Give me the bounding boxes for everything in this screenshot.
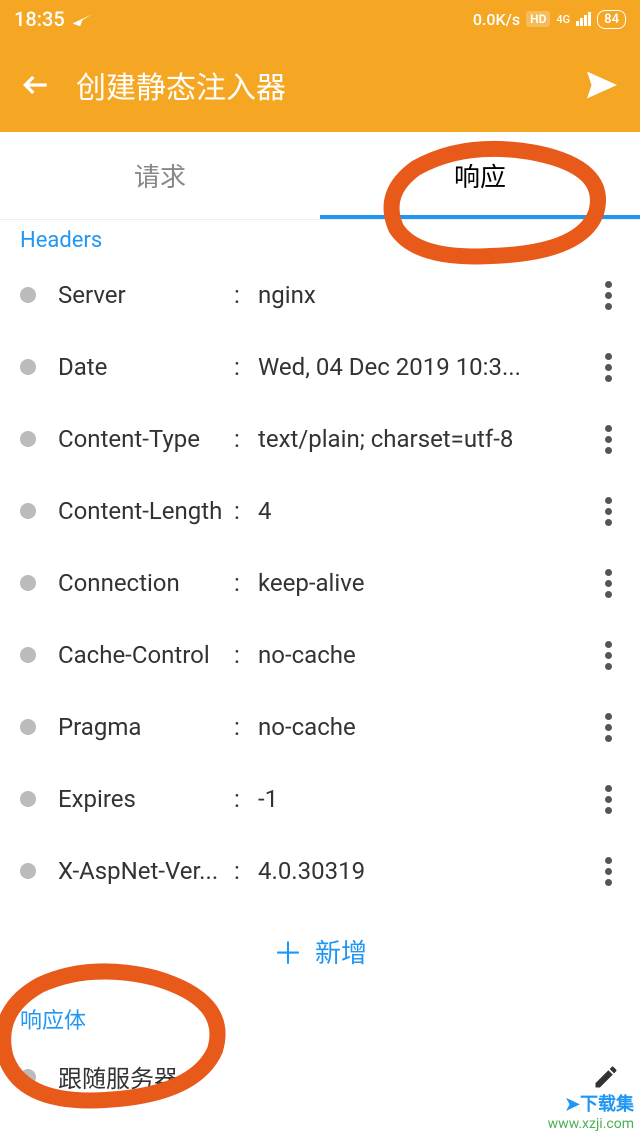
tab-response[interactable]: 响应 <box>320 132 640 219</box>
app-bar: 创建静态注入器 <box>0 38 640 132</box>
bullet-icon <box>20 1069 36 1085</box>
tab-request[interactable]: 请求 <box>0 132 320 219</box>
status-left: 18:35 <box>14 7 91 31</box>
bullet-icon <box>20 791 36 807</box>
header-value: keep-alive <box>258 569 596 597</box>
colon: : <box>234 641 258 669</box>
bullet-icon <box>20 287 36 303</box>
header-value: 4 <box>258 497 596 525</box>
header-row[interactable]: Expires : -1 <box>0 763 640 835</box>
more-icon[interactable] <box>596 785 620 814</box>
colon: : <box>234 281 258 309</box>
status-bar: 18:35 0.0K/s HD 4G 84 <box>0 0 640 38</box>
add-label: 新增 <box>315 933 367 970</box>
bullet-icon <box>20 719 36 735</box>
colon: : <box>234 353 258 381</box>
edit-icon[interactable] <box>592 1063 620 1091</box>
bullet-icon <box>20 575 36 591</box>
header-row[interactable]: Connection : keep-alive <box>0 547 640 619</box>
colon: : <box>234 569 258 597</box>
page-title: 创建静态注入器 <box>76 63 560 107</box>
location-icon <box>73 10 91 28</box>
status-time: 18:35 <box>14 7 65 31</box>
header-key: Server <box>58 281 234 309</box>
colon: : <box>234 857 258 885</box>
header-row[interactable]: Date : Wed, 04 Dec 2019 10:3... <box>0 331 640 403</box>
header-key: Content-Length <box>58 497 234 525</box>
header-value: text/plain; charset=utf-8 <box>258 425 596 453</box>
colon: : <box>234 785 258 813</box>
header-row[interactable]: Content-Length : 4 <box>0 475 640 547</box>
header-row[interactable]: Cache-Control : no-cache <box>0 619 640 691</box>
network-speed: 0.0K/s <box>473 10 520 29</box>
header-key: Content-Type <box>58 425 234 453</box>
bullet-icon <box>20 359 36 375</box>
more-icon[interactable] <box>596 569 620 598</box>
header-value: 4.0.30319 <box>258 857 596 885</box>
header-key: Pragma <box>58 713 234 741</box>
plus-icon: ＋ <box>273 929 303 973</box>
bullet-icon <box>20 431 36 447</box>
add-header-button[interactable]: ＋ 新增 <box>0 907 640 995</box>
header-value: no-cache <box>258 641 596 669</box>
more-icon[interactable] <box>596 641 620 670</box>
header-key: Date <box>58 353 234 381</box>
more-icon[interactable] <box>596 497 620 526</box>
header-row[interactable]: Content-Type : text/plain; charset=utf-8 <box>0 403 640 475</box>
header-value: Wed, 04 Dec 2019 10:3... <box>258 353 596 381</box>
back-icon[interactable] <box>20 69 52 101</box>
header-row[interactable]: Server : nginx <box>0 259 640 331</box>
body-mode-row[interactable]: 跟随服务器 <box>0 1041 640 1112</box>
arrow-icon: ➤ <box>565 1094 580 1115</box>
section-headers-label: Headers <box>0 220 640 259</box>
colon: : <box>234 425 258 453</box>
more-icon[interactable] <box>596 353 620 382</box>
battery-indicator: 84 <box>597 10 626 29</box>
more-icon[interactable] <box>596 425 620 454</box>
status-right: 0.0K/s HD 4G 84 <box>473 10 626 29</box>
network-type: 4G <box>556 14 570 25</box>
header-key: Expires <box>58 785 234 813</box>
headers-list: Server : nginx Date : Wed, 04 Dec 2019 1… <box>0 259 640 907</box>
send-icon[interactable] <box>584 67 620 103</box>
header-value: no-cache <box>258 713 596 741</box>
colon: : <box>234 713 258 741</box>
bullet-icon <box>20 863 36 879</box>
header-value: -1 <box>258 785 596 813</box>
more-icon[interactable] <box>596 857 620 886</box>
more-icon[interactable] <box>596 713 620 742</box>
bullet-icon <box>20 503 36 519</box>
header-key: X-AspNet-Ver... <box>58 857 234 885</box>
section-body-label: 响应体 <box>0 995 640 1041</box>
tabs: 请求 响应 <box>0 132 640 220</box>
header-row[interactable]: Pragma : no-cache <box>0 691 640 763</box>
bullet-icon <box>20 647 36 663</box>
more-icon[interactable] <box>596 281 620 310</box>
header-key: Cache-Control <box>58 641 234 669</box>
body-mode-label: 跟随服务器 <box>58 1059 592 1094</box>
signal-icon <box>576 12 591 26</box>
header-key: Connection <box>58 569 234 597</box>
header-value: nginx <box>258 281 596 309</box>
hd-badge: HD <box>526 11 550 27</box>
header-row[interactable]: X-AspNet-Ver... : 4.0.30319 <box>0 835 640 907</box>
watermark: ➤下载集 www.xzji.com <box>548 1090 634 1132</box>
colon: : <box>234 497 258 525</box>
